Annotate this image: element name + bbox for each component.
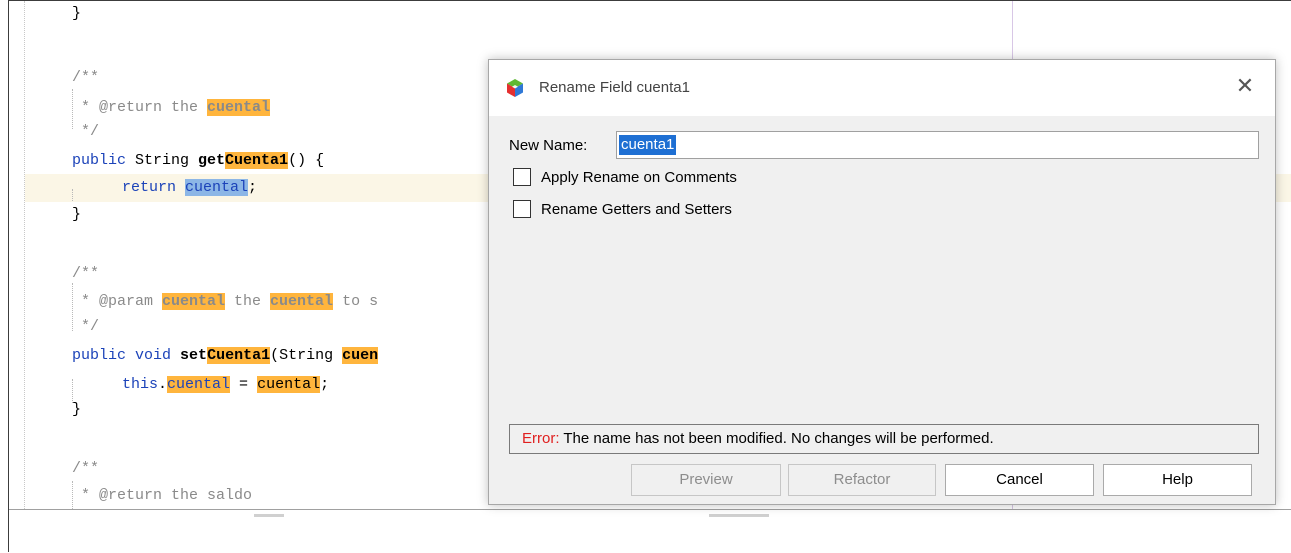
code-line: }	[72, 5, 82, 22]
selected-identifier: cuental	[185, 179, 249, 196]
dialog-title: Rename Field cuenta1	[539, 79, 690, 96]
help-button[interactable]: Help	[1103, 464, 1252, 496]
code-line: * @return the saldo	[72, 487, 253, 504]
code-line: /**	[72, 460, 100, 477]
refactor-button[interactable]: Refactor	[788, 464, 936, 496]
error-text: The name has not been modified. No chang…	[559, 430, 994, 447]
preview-button[interactable]: Preview	[631, 464, 781, 496]
occurrence-highlight: cuen	[342, 347, 379, 364]
scroll-marker	[709, 514, 769, 517]
close-icon[interactable]: ✕	[1231, 73, 1259, 101]
editor-bottom-bar	[9, 509, 1291, 553]
occurrence-highlight: cuental	[162, 293, 226, 310]
code-line: public String getCuenta1() {	[72, 152, 325, 169]
code-line: public void setCuenta1(String cuen	[72, 347, 379, 364]
new-name-input[interactable]: cuenta1	[616, 131, 1259, 159]
scroll-marker	[254, 514, 284, 517]
occurrence-highlight: cuental	[207, 99, 271, 116]
code-line: /**	[72, 265, 100, 282]
editor-gutter-guide	[24, 1, 26, 511]
code-line-current: return cuental;	[122, 179, 258, 196]
cancel-button[interactable]: Cancel	[945, 464, 1094, 496]
occurrence-highlight: Cuenta1	[207, 347, 271, 364]
code-line: * @param cuental the cuental to s	[72, 293, 379, 310]
code-line: }	[72, 401, 82, 418]
error-message-box: Error: The name has not been modified. N…	[509, 424, 1259, 454]
code-line: * @return the cuental	[72, 99, 271, 116]
code-line: */	[72, 318, 100, 335]
new-name-value: cuenta1	[619, 135, 677, 155]
code-line: */	[72, 123, 100, 140]
occurrence-highlight: Cuenta1	[225, 152, 289, 169]
dialog-titlebar[interactable]: Rename Field cuenta1 ✕	[489, 60, 1275, 116]
occurrence-highlight: cuental	[167, 376, 231, 393]
code-line: }	[72, 206, 82, 223]
checkbox-icon[interactable]	[513, 168, 531, 186]
code-line: /**	[72, 69, 100, 86]
error-keyword: Error:	[522, 430, 560, 447]
checkbox-icon[interactable]	[513, 200, 531, 218]
code-line: this.cuental = cuental;	[122, 376, 330, 393]
indent-guide	[72, 189, 74, 201]
netbeans-cube-icon	[507, 79, 523, 97]
occurrence-highlight: cuental	[270, 293, 334, 310]
rename-field-dialog: Rename Field cuenta1 ✕ New Name: cuenta1…	[488, 59, 1276, 505]
apply-rename-comments-label: Apply Rename on Comments	[541, 169, 737, 186]
rename-getters-setters-label: Rename Getters and Setters	[541, 201, 732, 218]
occurrence-highlight: cuental	[257, 376, 321, 393]
new-name-label: New Name:	[509, 137, 588, 154]
